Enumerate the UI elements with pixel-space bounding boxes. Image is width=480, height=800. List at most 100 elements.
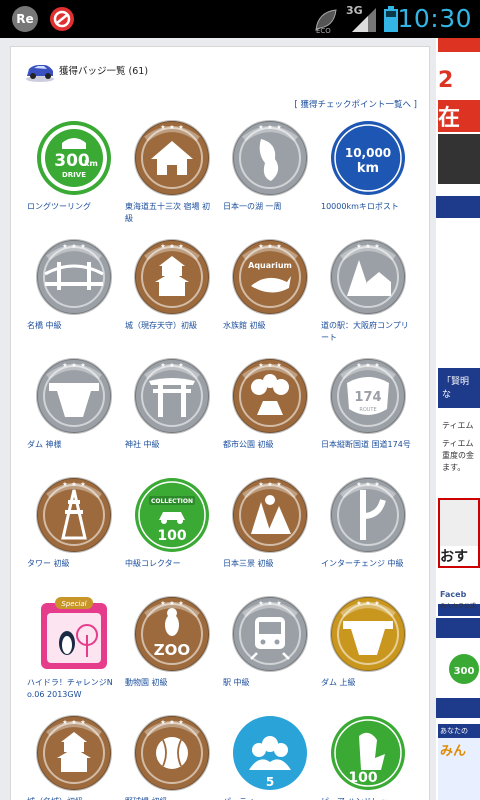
collection-icon[interactable]: COLLECTION 100 <box>133 476 211 554</box>
zoo-icon[interactable]: ★ ★ ★ ZOO <box>133 595 211 673</box>
badge-item[interactable]: ★ ★ ★ 174 ROUTE 日本縦断国道 国道174号 <box>321 357 417 451</box>
badge-label[interactable]: ハイドラ！チャレンジNo.06 2013GW <box>27 677 119 701</box>
badge-label[interactable]: ピュア ハンドレッ <box>321 796 413 800</box>
dam-gold-icon[interactable]: ★ ★ ★ <box>329 595 407 673</box>
badge-item[interactable]: ★ ★ ★ タワー 初級 <box>27 476 123 570</box>
badge-item[interactable]: ★ ★ ★ 名橋 中級 <box>27 238 123 332</box>
svg-text:★: ★ <box>356 362 361 369</box>
eco-mode-icon: ECO <box>315 9 337 34</box>
badge-label[interactable]: 神社 中級 <box>125 439 217 451</box>
svg-text:km: km <box>357 161 379 176</box>
badge-label[interactable]: 城（現存天守）初級 <box>125 320 217 332</box>
badge-item[interactable]: ★ ★ ★ 駅 中級 <box>223 595 319 689</box>
svg-text:★: ★ <box>80 243 85 250</box>
badge-label[interactable]: 日本一の湖 一周 <box>223 201 315 213</box>
badge-item[interactable]: ★ ★ ★ ダム 上級 <box>321 595 417 689</box>
park-icon[interactable]: ★ ★ ★ <box>231 357 309 435</box>
badge-item[interactable]: 5 パーティー <box>223 714 319 800</box>
badge-label[interactable]: 駅 中級 <box>223 677 315 689</box>
badge-label[interactable]: 10000kmキロポスト <box>321 201 413 213</box>
pure-hundred-icon[interactable]: 100 <box>329 714 407 792</box>
sidebar-ad-2[interactable]: おす <box>438 498 480 568</box>
svg-text:★: ★ <box>80 719 85 726</box>
page-title: 獲得バッジ一覧 (61) <box>59 66 149 77</box>
sidebar-ad-3-title: みん <box>440 744 467 759</box>
badge-label[interactable]: タワー 初級 <box>27 558 119 570</box>
signal-icon <box>352 8 376 32</box>
badge-item[interactable]: ★ ★ ★ 日本一の湖 一周 <box>223 119 319 213</box>
svg-text:★: ★ <box>374 362 379 369</box>
badge-label[interactable]: 名橋 中級 <box>27 320 119 332</box>
svg-text:★: ★ <box>169 124 174 131</box>
badge-label[interactable]: 城（名城）初級 <box>27 796 119 800</box>
badge-label[interactable]: インターチェンジ 中級 <box>321 558 413 570</box>
dam-icon[interactable]: ★ ★ ★ <box>35 357 113 435</box>
badge-label[interactable]: 日本縦断国道 国道174号 <box>321 439 413 451</box>
badge-item[interactable]: ★ ★ ★ 東海道五十三次 宿場 初級 <box>125 119 221 225</box>
badge-item[interactable]: ★ ★ ★ Aquarium 水族館 初級 <box>223 238 319 332</box>
badge-label[interactable]: ロングツーリング <box>27 201 119 213</box>
sidebar-item-2: ティエム <box>442 439 474 448</box>
badge-item[interactable]: Special ハイドラ！チャレンジNo.06 2013GW <box>27 595 123 701</box>
badge-item[interactable]: ★ ★ ★ 道の駅：大阪府コンプリート <box>321 238 417 344</box>
party-icon[interactable]: 5 <box>231 714 309 792</box>
svg-text:★: ★ <box>258 362 263 369</box>
badge-item[interactable]: 100 ピュア ハンドレッ <box>321 714 417 800</box>
svg-text:★: ★ <box>258 600 263 607</box>
badge-item[interactable]: ★ ★ ★ インターチェンジ 中級 <box>321 476 417 570</box>
badge-label[interactable]: 水族館 初級 <box>223 320 315 332</box>
route-174-icon[interactable]: ★ ★ ★ 174 ROUTE <box>329 357 407 435</box>
bridge-icon[interactable]: ★ ★ ★ <box>35 238 113 316</box>
badge-item[interactable]: ★ ★ ★ ZOO 動物園 初級 <box>125 595 221 689</box>
svg-text:★: ★ <box>267 362 272 369</box>
svg-text:100: 100 <box>348 770 377 786</box>
badge-item[interactable]: ★ ★ ★ 日本三景 初級 <box>223 476 319 570</box>
checkpoint-list-link[interactable]: [ 獲得チェックポイント一覧へ ] <box>294 98 417 110</box>
svg-text:★: ★ <box>80 481 85 488</box>
roadside-station-icon[interactable]: ★ ★ ★ <box>329 238 407 316</box>
tower-icon[interactable]: ★ ★ ★ <box>35 476 113 554</box>
badge-item[interactable]: ★ ★ ★ 城（現存天守）初級 <box>125 238 221 332</box>
10000km-icon[interactable]: 10,000km <box>329 119 407 197</box>
sidebar-ad-3[interactable]: あなたの みん <box>438 724 480 800</box>
badge-label[interactable]: パーティー <box>223 796 315 800</box>
baseball-icon[interactable]: ★ ★ ★ <box>133 714 211 792</box>
scenic-spot-icon[interactable]: ★ ★ ★ <box>231 476 309 554</box>
badge-item[interactable]: ★ ★ ★ 神社 中級 <box>125 357 221 451</box>
post-town-icon[interactable]: ★ ★ ★ <box>133 119 211 197</box>
badge-item[interactable]: ★ ★ ★ 野球場 初級 <box>125 714 221 800</box>
sidebar-ad-banner[interactable]: 2 在庫 <box>438 38 480 188</box>
shrine-icon[interactable]: ★ ★ ★ <box>133 357 211 435</box>
castle-icon[interactable]: ★ ★ ★ <box>35 714 113 792</box>
badge-item[interactable]: COLLECTION 100 中級コレクター <box>125 476 221 570</box>
badge-item[interactable]: 300 km DRIVE ロングツーリング <box>27 119 123 213</box>
sidebar-quote[interactable]: 「賢明な <box>438 368 480 408</box>
badge-label[interactable]: ダム 上級 <box>321 677 413 689</box>
svg-text:Aquarium: Aquarium <box>248 261 292 270</box>
svg-text:★: ★ <box>356 243 361 250</box>
badge-label[interactable]: 動物園 初級 <box>125 677 217 689</box>
300km-drive-icon[interactable]: 300kmDRIVE <box>35 119 113 197</box>
badge-item[interactable]: ★ ★ ★ ダム 神様 <box>27 357 123 451</box>
badge-label[interactable]: 東海道五十三次 宿場 初級 <box>125 201 217 225</box>
badge-label[interactable]: 日本三景 初級 <box>223 558 315 570</box>
svg-text:ZOO: ZOO <box>154 641 190 659</box>
station-icon[interactable]: ★ ★ ★ <box>231 595 309 673</box>
badge-item[interactable]: ★ ★ ★ 城（名城）初級 <box>27 714 123 800</box>
special-penguin-icon[interactable]: Special <box>35 595 113 673</box>
svg-text:DRIVE: DRIVE <box>62 171 86 179</box>
castle-icon[interactable]: ★ ★ ★ <box>133 238 211 316</box>
badge-label[interactable]: 都市公園 初級 <box>223 439 315 451</box>
300km-drive-badge-small[interactable]: 300 <box>448 653 480 685</box>
facebook-widget[interactable]: Faceb みんカラ公式 <box>438 578 480 616</box>
badge-label[interactable]: 中級コレクター <box>125 558 217 570</box>
badge-label[interactable]: 道の駅：大阪府コンプリート <box>321 320 413 344</box>
interchange-icon[interactable]: ★ ★ ★ <box>329 476 407 554</box>
badge-item[interactable]: 10,000 km 10000kmキロポスト <box>321 119 417 213</box>
badge-label[interactable]: ダム 神様 <box>27 439 119 451</box>
badge-label[interactable]: 野球場 初級 <box>125 796 217 800</box>
sidebar-item-1[interactable]: ティエム <box>442 420 474 431</box>
lake-biwa-icon[interactable]: ★ ★ ★ <box>231 119 309 197</box>
aquarium-icon[interactable]: ★ ★ ★ Aquarium <box>231 238 309 316</box>
badge-item[interactable]: ★ ★ ★ 都市公園 初級 <box>223 357 319 451</box>
